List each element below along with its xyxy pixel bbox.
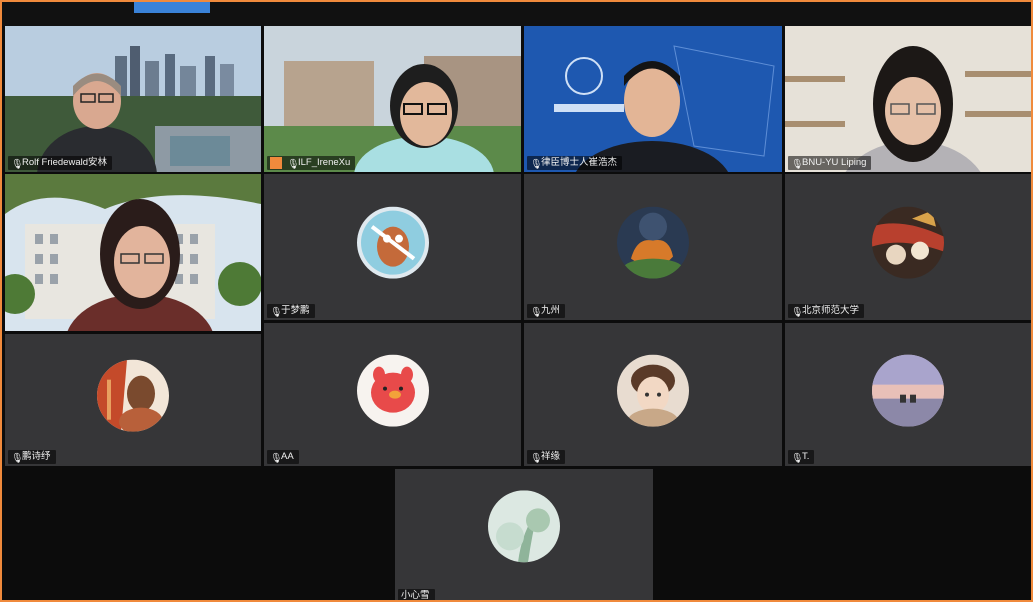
participant-name: 律臣博士人崔浩杰	[541, 157, 618, 168]
mic-icon: 🎙	[530, 453, 543, 464]
mic-icon: 🎙	[11, 453, 24, 464]
participant-label: 🎙 北京师范大学	[788, 304, 865, 318]
avatar-image	[617, 354, 689, 427]
top-bar	[2, 2, 1031, 26]
video-feed	[264, 26, 521, 172]
mic-icon: 🎙	[287, 159, 300, 170]
video-feed	[524, 26, 782, 172]
avatar-image	[872, 354, 944, 427]
participant-name: 于梦鹏	[281, 305, 310, 316]
mic-icon: 🎙	[530, 307, 543, 318]
participant-tile-yu[interactable]: 🎙 BNU-YU Liping	[785, 26, 1031, 172]
video-feed	[5, 26, 261, 172]
participant-label: 🎙 ILF_IreneXu	[267, 156, 356, 170]
avatar	[97, 359, 169, 432]
participant-name: T.	[802, 451, 810, 462]
avatar	[356, 354, 429, 427]
participant-name: 九州	[541, 305, 561, 316]
participant-label: 🎙 于梦鹏	[267, 304, 315, 318]
participant-label: 🎙 律臣博士人崔浩杰	[527, 156, 623, 170]
participant-tile-xiangyuan[interactable]: 🎙 祥缘	[524, 323, 782, 466]
avatar-image	[97, 359, 169, 432]
participant-tile-cui[interactable]: 🎙 律臣博士人崔浩杰	[524, 26, 782, 172]
participant-name: ILF_IreneXu	[298, 157, 351, 168]
participant-tile-xiaoxinxue[interactable]: 小心雪	[395, 469, 653, 600]
mic-icon: 🎙	[791, 159, 804, 170]
participant-tile-bnu[interactable]: 🎙 北京师范大学	[785, 174, 1031, 320]
avatar-image	[617, 206, 689, 279]
participant-name: 鹏诗纾	[22, 451, 51, 462]
video-feed	[5, 174, 261, 331]
participant-label: 🎙 BNU-YU Liping	[788, 156, 872, 170]
mic-icon: 🎙	[530, 159, 543, 170]
participant-tile-irene[interactable]: 🎙 ILF_IreneXu	[264, 26, 521, 172]
video-gallery: 🎙 Rolf Friedewald安林 🎙 ILF_IreneXu 🎙 律臣博士人崔浩…	[0, 0, 1033, 602]
participant-tile-video-woman[interactable]	[5, 174, 261, 331]
avatar	[617, 354, 689, 427]
mic-icon: 🎙	[270, 453, 283, 464]
participant-name: 祥缘	[541, 451, 561, 462]
participant-label: 🎙 鹏诗纾	[8, 450, 56, 464]
participant-tile-jiuzhou[interactable]: 🎙 九州	[524, 174, 782, 320]
participant-name: Rolf Friedewald安林	[22, 157, 107, 168]
participant-tile-pengshishu[interactable]: 🎙 鹏诗纾	[5, 334, 261, 466]
participant-name: 小心雪	[401, 590, 430, 600]
mic-icon: 🎙	[791, 453, 804, 464]
participant-tile-yu-mengpeng[interactable]: 🎙 于梦鹏	[264, 174, 521, 320]
avatar	[872, 354, 944, 427]
avatar	[872, 206, 944, 279]
participant-tile-aa[interactable]: 🎙 AA	[264, 323, 521, 466]
mic-icon: 🎙	[270, 307, 283, 318]
avatar	[617, 206, 689, 279]
mic-icon: 🎙	[791, 307, 804, 318]
avatar	[488, 489, 560, 562]
participant-label: 🎙 T.	[788, 450, 815, 464]
participant-tile-rolf[interactable]: 🎙 Rolf Friedewald安林	[5, 26, 261, 172]
avatar-image	[872, 206, 944, 279]
mic-icon: 🎙	[11, 159, 24, 170]
participant-label: 🎙 九州	[527, 304, 566, 318]
participant-name: 北京师范大学	[802, 305, 860, 316]
participant-tile-t[interactable]: 🎙 T.	[785, 323, 1031, 466]
participant-name: BNU-YU Liping	[802, 157, 867, 168]
avatar-image	[356, 206, 429, 279]
avatar-image	[488, 489, 560, 562]
participant-name: AA	[281, 451, 294, 462]
avatar-image	[356, 354, 429, 427]
host-badge-icon	[270, 157, 282, 169]
participant-label: 🎙 Rolf Friedewald安林	[8, 156, 112, 170]
top-bar-accent	[134, 2, 210, 13]
video-feed	[785, 26, 1031, 172]
participant-label: 小心雪	[398, 589, 435, 600]
participant-label: 🎙 AA	[267, 450, 299, 464]
avatar	[356, 206, 429, 279]
participant-label: 🎙 祥缘	[527, 450, 566, 464]
